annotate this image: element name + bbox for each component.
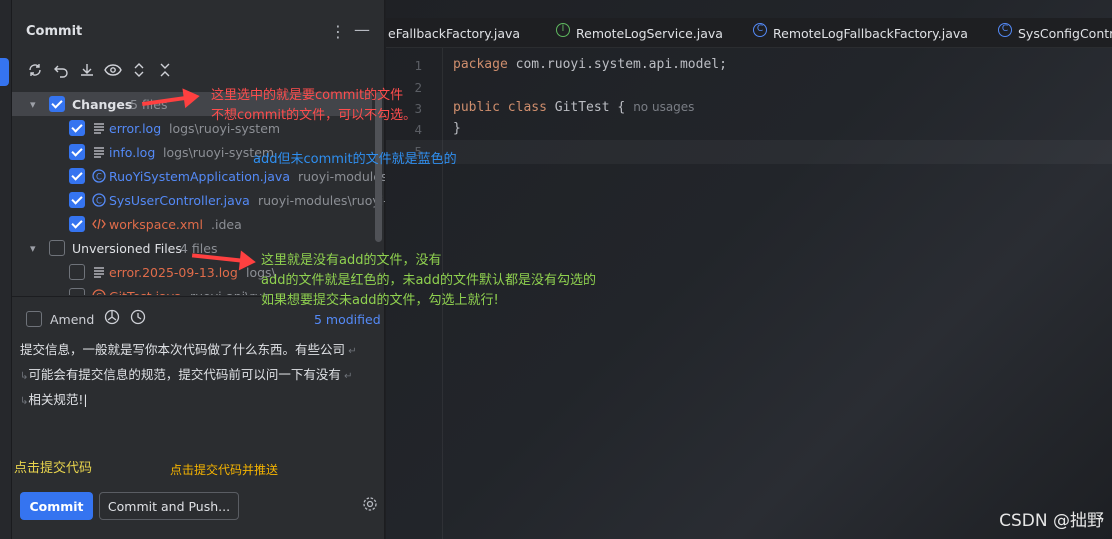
gear-icon[interactable] bbox=[362, 496, 378, 516]
download-icon[interactable] bbox=[78, 60, 96, 80]
commit-tool-window-button[interactable] bbox=[0, 58, 9, 86]
line-number: 1 bbox=[414, 58, 422, 73]
editor-tab[interactable]: RemoteLogFallbackFactory.java bbox=[773, 26, 968, 41]
editor-tab[interactable]: eFallbackFactory.java bbox=[388, 26, 520, 41]
commit-message-line: 提交信息，一般就是写你本次代码做了什么东西。有些公司 ↵ bbox=[20, 342, 357, 357]
commit-and-push-button[interactable]: Commit and Push... bbox=[99, 492, 239, 520]
file-checkbox[interactable] bbox=[69, 264, 85, 280]
code-line[interactable]: } bbox=[453, 121, 461, 136]
more-options-icon[interactable]: ⋮ bbox=[330, 22, 346, 41]
chevron-down-icon[interactable]: ▾ bbox=[30, 98, 36, 111]
class-icon: C bbox=[753, 23, 767, 37]
class-icon: C bbox=[998, 23, 1012, 37]
panel-header: Commit ⋮ — bbox=[12, 0, 385, 46]
interface-icon: I bbox=[556, 23, 570, 37]
file-checkbox[interactable] bbox=[69, 168, 85, 184]
minimize-icon[interactable]: — bbox=[354, 20, 370, 39]
code-line[interactable]: package com.ruoyi.system.api.model; bbox=[453, 57, 727, 72]
file-name: RuoYiSystemApplication.java bbox=[109, 168, 290, 184]
annotation-unversioned-line3: 如果想要提交未add的文件，勾选上就行! bbox=[261, 293, 499, 308]
amend-label[interactable]: Amend bbox=[50, 312, 94, 327]
xml-file-icon bbox=[92, 217, 106, 234]
file-row[interactable]: C SysUserController.java ruoyi-modules\ruo… bbox=[12, 188, 385, 212]
changes-group-label: Changes bbox=[72, 96, 133, 112]
commit-message-line: ↳相关规范!| bbox=[20, 392, 88, 407]
file-checkbox[interactable] bbox=[69, 192, 85, 208]
tool-window-strip bbox=[0, 0, 12, 539]
chevron-down-icon[interactable]: ▾ bbox=[30, 242, 36, 255]
collapse-all-icon[interactable] bbox=[156, 60, 174, 80]
annotation-unversioned-line1: 这里就是没有add的文件，没有 bbox=[261, 253, 442, 268]
unversioned-group-checkbox[interactable] bbox=[49, 240, 65, 256]
current-line-highlight bbox=[386, 140, 1112, 164]
file-checkbox[interactable] bbox=[69, 120, 85, 136]
panel-title: Commit bbox=[26, 24, 83, 39]
amend-checkbox[interactable] bbox=[26, 311, 42, 327]
unversioned-group-label: Unversioned Files bbox=[72, 240, 182, 256]
annotation-changes-line2: 不想commit的文件，可以不勾选。 bbox=[211, 108, 417, 123]
soft-wrap-icon: ↵ bbox=[345, 346, 357, 357]
file-checkbox[interactable] bbox=[69, 288, 85, 295]
file-row[interactable]: C RuoYiSystemApplication.java ruoyi-module… bbox=[12, 164, 385, 188]
author-icon[interactable] bbox=[104, 309, 120, 329]
rollback-icon[interactable] bbox=[52, 60, 70, 80]
annotation-blue-files: add但未commit的文件就是蓝色的 bbox=[253, 152, 457, 167]
refresh-icon[interactable] bbox=[26, 60, 44, 80]
java-class-icon: C bbox=[92, 193, 106, 210]
editor-tab[interactable]: SysConfigContro bbox=[1018, 26, 1112, 41]
watermark: CSDN @拙野 bbox=[999, 511, 1104, 531]
clock-icon[interactable] bbox=[130, 309, 146, 329]
commit-button[interactable]: Commit bbox=[20, 492, 93, 520]
java-class-icon: C bbox=[92, 169, 106, 186]
editor-tab[interactable]: RemoteLogService.java bbox=[576, 26, 723, 41]
file-name: workspace.xml bbox=[109, 216, 203, 232]
file-name: error.log bbox=[109, 120, 162, 136]
file-name: SysUserController.java bbox=[109, 192, 250, 208]
annotation-push-hint: 点击提交代码并推送 bbox=[170, 463, 279, 477]
annotation-changes-line1: 这里选中的就是要commit的文件 bbox=[211, 88, 404, 103]
text-file-icon bbox=[92, 121, 106, 138]
commit-message-line: ↳可能会有提交信息的规范，提交代码前可以问一下有没有 ↵ bbox=[20, 367, 353, 382]
svg-text:C: C bbox=[96, 172, 102, 182]
line-number: 2 bbox=[414, 80, 422, 95]
commit-message-input[interactable]: 提交信息，一般就是写你本次代码做了什么东西。有些公司 ↵ ↳可能会有提交信息的规… bbox=[20, 338, 372, 413]
java-class-icon: C bbox=[92, 289, 106, 295]
text-file-icon bbox=[92, 265, 106, 282]
text-file-icon bbox=[92, 145, 106, 162]
code-line[interactable]: public class GitTest {no usages bbox=[453, 100, 694, 115]
soft-wrap-icon: ↵ bbox=[340, 371, 353, 382]
commit-toolbar bbox=[26, 60, 174, 82]
file-row[interactable]: workspace.xml .idea bbox=[12, 212, 372, 236]
annotation-commit-hint: 点击提交代码 bbox=[14, 461, 93, 476]
file-path: ruoyi-modules\ruo bbox=[298, 168, 385, 184]
svg-text:C: C bbox=[96, 292, 102, 295]
file-name: info.log bbox=[109, 144, 156, 160]
usages-hint: no usages bbox=[633, 100, 695, 114]
eye-icon[interactable] bbox=[104, 60, 122, 80]
editor-tabbar: eFallbackFactory.java I RemoteLogService… bbox=[386, 18, 1112, 48]
line-number: 4 bbox=[414, 122, 422, 137]
modified-files-link[interactable]: 5 modified bbox=[314, 312, 381, 327]
file-path: .idea bbox=[211, 216, 242, 232]
file-name: error.2025-09-13.log bbox=[109, 264, 238, 280]
file-checkbox[interactable] bbox=[69, 144, 85, 160]
annotation-unversioned-line2: add的文件就是红色的，未add的文件默认都是没有勾选的 bbox=[261, 273, 596, 288]
file-name: GitTest.java bbox=[109, 289, 182, 296]
file-path: ruoyi-modules\ruoyi-sys bbox=[258, 192, 385, 208]
changes-group-checkbox[interactable] bbox=[49, 96, 65, 112]
expand-all-icon[interactable] bbox=[130, 60, 148, 80]
file-checkbox[interactable] bbox=[69, 216, 85, 232]
svg-text:C: C bbox=[96, 196, 102, 206]
